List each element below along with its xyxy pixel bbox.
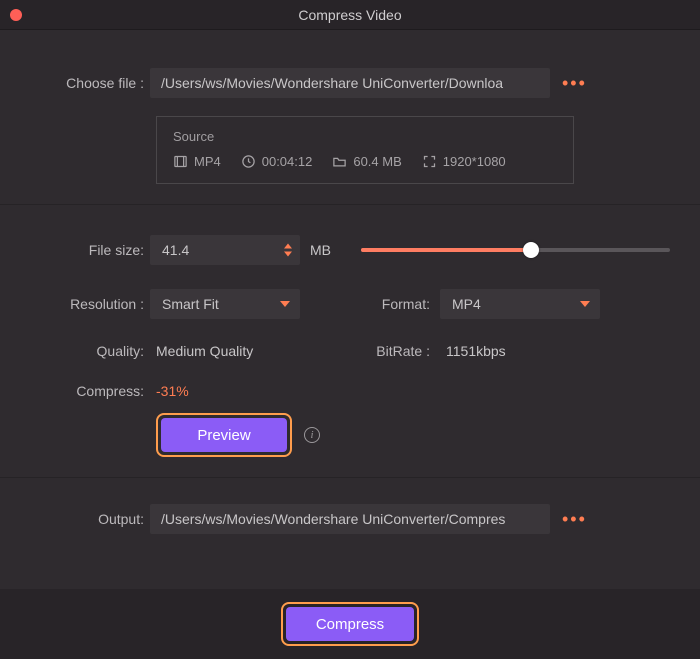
source-duration: 00:04:12 — [241, 154, 313, 169]
compress-value: -31% — [150, 383, 189, 399]
output-input[interactable]: /Users/ws/Movies/Wondershare UniConverte… — [150, 504, 550, 534]
output-row: Output: /Users/ws/Movies/Wondershare Uni… — [30, 504, 670, 534]
bitrate-value: 1151kbps — [440, 343, 506, 359]
stepper-down-icon[interactable] — [284, 252, 292, 257]
file-size-label: File size: — [30, 242, 150, 258]
resolution-value: Smart Fit — [162, 296, 219, 312]
output-section: Output: /Users/ws/Movies/Wondershare Uni… — [0, 478, 700, 562]
chevron-down-icon — [280, 301, 290, 307]
source-dimensions-value: 1920*1080 — [443, 154, 506, 169]
choose-file-input[interactable]: /Users/ws/Movies/Wondershare UniConverte… — [150, 68, 550, 98]
format-label: Format: — [360, 296, 440, 312]
bitrate-label: BitRate : — [360, 343, 440, 359]
window-title: Compress Video — [0, 7, 700, 23]
file-size-stepper[interactable]: 41.4 — [150, 235, 300, 265]
resolution-label: Resolution : — [30, 296, 150, 312]
file-size-value: 41.4 — [162, 242, 189, 258]
compress-highlight: Compress — [281, 602, 419, 646]
folder-icon — [332, 154, 347, 169]
resolution-select[interactable]: Smart Fit — [150, 289, 300, 319]
format-value: MP4 — [452, 296, 481, 312]
file-size-row: File size: 41.4 MB — [30, 235, 670, 265]
compress-button[interactable]: Compress — [286, 607, 414, 641]
browse-output-button[interactable]: ••• — [550, 510, 587, 528]
source-items: MP4 00:04:12 60.4 MB 1920*1080 — [173, 154, 557, 169]
film-icon — [173, 154, 188, 169]
settings-section: File size: 41.4 MB Resolution : Smart Fi… — [0, 205, 700, 477]
browse-file-button[interactable]: ••• — [550, 74, 587, 92]
file-size-slider[interactable] — [361, 235, 670, 265]
compress-label: Compress: — [30, 383, 150, 399]
source-duration-value: 00:04:12 — [262, 154, 313, 169]
footer: Compress — [0, 589, 700, 659]
quality-value: Medium Quality — [150, 343, 253, 359]
choose-file-row: Choose file : /Users/ws/Movies/Wondersha… — [30, 68, 670, 98]
stepper-up-icon[interactable] — [284, 244, 292, 249]
output-label: Output: — [30, 511, 150, 527]
preview-button[interactable]: Preview — [161, 418, 287, 452]
clock-icon — [241, 154, 256, 169]
choose-file-path: /Users/ws/Movies/Wondershare UniConverte… — [161, 75, 503, 91]
expand-icon — [422, 154, 437, 169]
source-format-value: MP4 — [194, 154, 221, 169]
resolution-format-row: Resolution : Smart Fit Format: MP4 — [30, 289, 670, 319]
file-size-unit: MB — [310, 242, 331, 258]
output-path: /Users/ws/Movies/Wondershare UniConverte… — [161, 511, 505, 527]
info-icon[interactable]: i — [304, 427, 320, 443]
slider-fill — [361, 248, 531, 252]
source-format: MP4 — [173, 154, 221, 169]
source-dimensions: 1920*1080 — [422, 154, 506, 169]
source-size: 60.4 MB — [332, 154, 401, 169]
source-info-box: Source MP4 00:04:12 60.4 MB 1920*1080 — [156, 116, 574, 184]
titlebar: Compress Video — [0, 0, 700, 30]
choose-file-section: Choose file : /Users/ws/Movies/Wondersha… — [0, 30, 700, 204]
slider-thumb[interactable] — [523, 242, 539, 258]
preview-highlight: Preview — [156, 413, 292, 457]
preview-row: Preview i — [156, 413, 670, 457]
quality-label: Quality: — [30, 343, 150, 359]
format-select[interactable]: MP4 — [440, 289, 600, 319]
source-title: Source — [173, 129, 557, 144]
source-size-value: 60.4 MB — [353, 154, 401, 169]
chevron-down-icon — [580, 301, 590, 307]
quality-bitrate-row: Quality: Medium Quality BitRate : 1151kb… — [30, 343, 670, 359]
choose-file-label: Choose file : — [30, 75, 150, 91]
compress-row: Compress: -31% — [30, 383, 670, 399]
